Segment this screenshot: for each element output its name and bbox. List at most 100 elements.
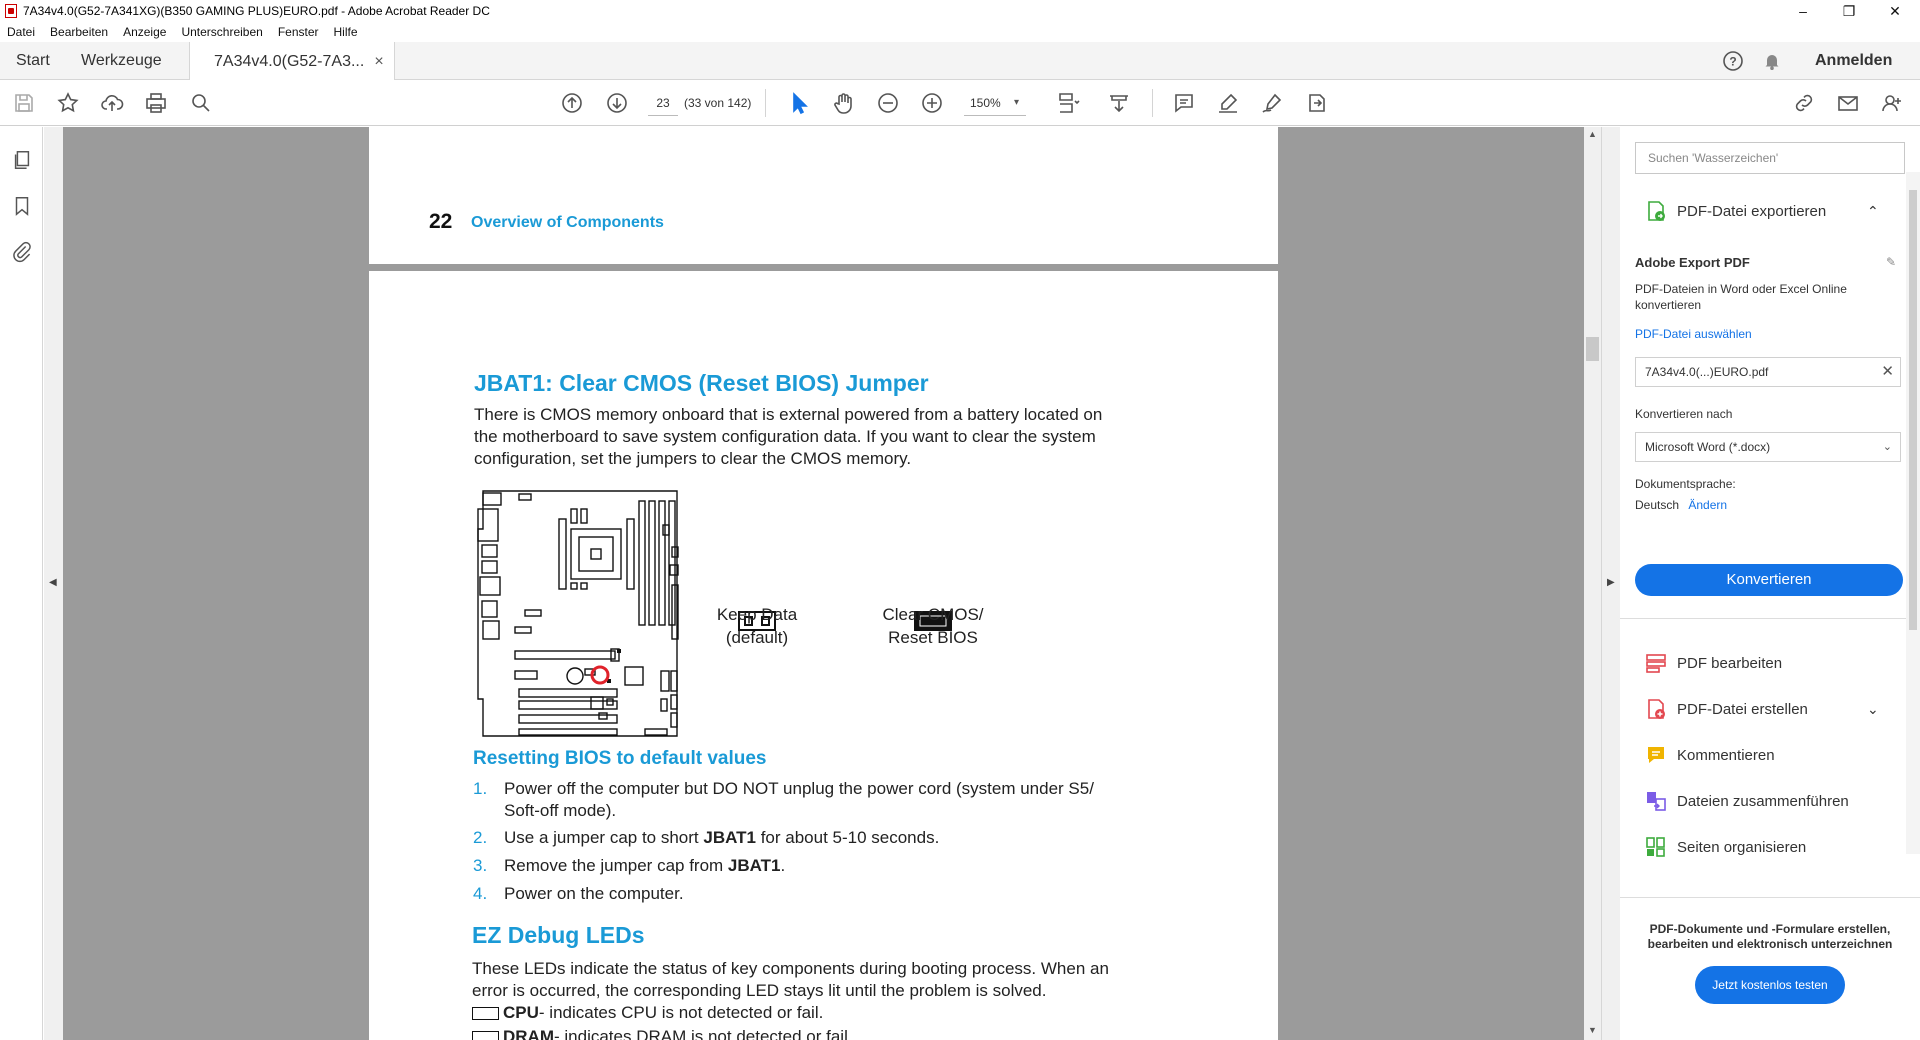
fill-sign-icon[interactable]: [1258, 89, 1286, 117]
tools-search-input[interactable]: Suchen 'Wasserzeichen': [1635, 142, 1905, 174]
keep-data-label: Keep Data (default): [687, 603, 827, 649]
menu-bearbeiten[interactable]: Bearbeiten: [50, 25, 108, 39]
page-fit-icon[interactable]: [1054, 89, 1082, 117]
jbat-para-line: configuration, set the jumpers to clear …: [474, 449, 912, 468]
notifications-bell-icon[interactable]: [1762, 42, 1782, 80]
next-page-icon[interactable]: [603, 89, 631, 117]
tools-pane-scrollbar[interactable]: [1906, 172, 1920, 854]
highlight-pen-icon[interactable]: [1214, 89, 1242, 117]
led-cpu-line: CPU - indicates CPU is not detected or f…: [472, 1002, 1212, 1024]
step-line: Soft-off mode).: [504, 801, 617, 820]
step-line: Power off the computer but DO NOT unplug…: [504, 779, 1094, 798]
zoom-in-icon[interactable]: [918, 89, 946, 117]
scroll-mode-icon[interactable]: [1105, 89, 1133, 117]
pdf-page-previous: 22 Overview of Components: [369, 127, 1278, 264]
change-language-link[interactable]: Ändern: [1688, 498, 1727, 512]
comment-icon[interactable]: [1170, 89, 1198, 117]
bookmarks-icon[interactable]: [9, 193, 35, 219]
keep-data-line: (default): [725, 628, 789, 647]
clear-cmos-line: Clear CMOS/: [882, 605, 984, 624]
menu-hilfe[interactable]: Hilfe: [334, 25, 358, 39]
save-icon[interactable]: [10, 89, 38, 117]
menu-unterschreiben[interactable]: Unterschreiben: [181, 25, 262, 39]
document-scrollbar[interactable]: ▲ ▼: [1584, 127, 1601, 1040]
tool-organize-pages[interactable]: Seiten organisieren: [1620, 831, 1920, 863]
export-desc-line: konvertieren: [1635, 298, 1702, 312]
menu-datei[interactable]: Datei: [7, 25, 35, 39]
attachments-icon[interactable]: [9, 239, 35, 265]
chevron-up-icon[interactable]: ⌃: [1867, 203, 1879, 220]
try-free-button[interactable]: Jetzt kostenlos testen: [1695, 966, 1845, 1004]
keep-data-line: Keep Data: [716, 605, 798, 624]
account-icon[interactable]: [1878, 89, 1906, 117]
bookmark-star-icon[interactable]: [54, 89, 82, 117]
page-number: 22: [429, 210, 453, 233]
zoom-out-icon[interactable]: [874, 89, 902, 117]
page-number-input[interactable]: 23: [648, 90, 678, 116]
create-pdf-icon: [1645, 698, 1667, 720]
chevron-down-icon: ⌄: [1882, 441, 1892, 453]
signin-button[interactable]: Anmelden: [1815, 42, 1892, 80]
left-pane-toggle[interactable]: ◀: [44, 127, 63, 1040]
hand-tool-icon[interactable]: [830, 89, 858, 117]
selected-file-name: 7A34v4.0(...)EURO.pdf: [1645, 365, 1769, 379]
previous-page-icon[interactable]: [558, 89, 586, 117]
export-info-icon[interactable]: ✎: [1886, 255, 1896, 269]
tab-document[interactable]: 7A34v4.0(G52-7A3... ×: [189, 42, 395, 81]
scroll-up-icon[interactable]: ▲: [1588, 129, 1597, 139]
print-icon[interactable]: [142, 89, 170, 117]
tab-werkzeuge-label: Werkzeuge: [81, 52, 162, 69]
upload-cloud-icon[interactable]: [98, 89, 126, 117]
clear-file-icon[interactable]: ✕: [1881, 358, 1894, 386]
format-select[interactable]: Microsoft Word (*.docx) ⌄: [1635, 432, 1901, 462]
select-pdf-link[interactable]: PDF-Datei auswählen: [1635, 327, 1752, 341]
close-tab-icon[interactable]: ×: [374, 53, 383, 71]
tool-edit-pdf[interactable]: PDF bearbeiten: [1620, 647, 1920, 679]
promo-section: PDF-Dokumente und -Formulare erstellen, …: [1620, 897, 1920, 1040]
menu-anzeige[interactable]: Anzeige: [123, 25, 166, 39]
right-pane-toggle[interactable]: ▶: [1601, 127, 1620, 1040]
tab-start[interactable]: Start: [16, 42, 50, 80]
page-thumbnails-icon[interactable]: [9, 147, 35, 173]
minimize-button[interactable]: –: [1780, 0, 1826, 22]
clear-cmos-line: Reset BIOS: [888, 628, 978, 647]
step-number: 3.: [473, 856, 488, 875]
jbat-paragraph: There is CMOS memory onboard that is ext…: [474, 404, 1194, 470]
led-indicator-icon: [472, 1006, 499, 1020]
export-desc-line: PDF-Dateien in Word oder Excel Online: [1635, 282, 1847, 296]
tools-pane-scroll-thumb[interactable]: [1909, 190, 1917, 630]
tab-werkzeuge[interactable]: Werkzeuge: [81, 42, 162, 80]
scrollbar-thumb[interactable]: [1586, 337, 1599, 361]
zoom-dropdown-icon[interactable]: ▾: [1014, 90, 1019, 116]
email-icon[interactable]: [1834, 89, 1862, 117]
scroll-down-icon[interactable]: ▼: [1588, 1025, 1597, 1035]
menu-fenster[interactable]: Fenster: [278, 25, 319, 39]
convert-to-label: Konvertieren nach: [1635, 407, 1733, 421]
tool-combine-files[interactable]: Dateien zusammenführen: [1620, 785, 1920, 817]
tool-create-pdf[interactable]: PDF-Datei erstellen ⌄: [1620, 693, 1920, 725]
ez-debug-heading: EZ Debug LEDs: [472, 922, 645, 948]
convert-button[interactable]: Konvertieren: [1635, 564, 1903, 596]
led-cpu-label: CPU: [503, 1003, 539, 1022]
acrobat-window: 7A34v4.0(G52-7A341XG)(B350 GAMING PLUS)E…: [0, 0, 1920, 1040]
promo-line: PDF-Dokumente und -Formulare erstellen,: [1649, 922, 1891, 936]
doc-language-value: Deutsch: [1635, 498, 1680, 512]
tool-comment[interactable]: Kommentieren: [1620, 739, 1920, 771]
promo-line: bearbeiten und elektronisch unterzeichne…: [1647, 937, 1893, 951]
led-cpu-desc: - indicates CPU is not detected or fail.: [538, 1003, 824, 1022]
select-cursor-icon[interactable]: [785, 89, 813, 117]
close-window-button[interactable]: ✕: [1872, 0, 1918, 22]
maximize-button[interactable]: ❐: [1826, 0, 1872, 22]
edit-pdf-icon: [1645, 652, 1667, 674]
more-tools-icon[interactable]: [1303, 89, 1331, 117]
chevron-down-icon[interactable]: ⌄: [1867, 701, 1879, 718]
share-link-icon[interactable]: [1790, 89, 1818, 117]
step-text: .: [780, 856, 786, 875]
help-icon[interactable]: ?: [1722, 42, 1744, 80]
tool-label: Kommentieren: [1677, 746, 1775, 764]
step-2-text: Use a jumper cap to short JBAT1 for abou…: [504, 827, 1164, 849]
export-pdf-header[interactable]: PDF-Datei exportieren ⌃: [1620, 195, 1920, 227]
selected-file-field[interactable]: 7A34v4.0(...)EURO.pdf ✕: [1635, 357, 1901, 387]
search-zoom-icon[interactable]: [187, 89, 215, 117]
led-indicator-icon: [472, 1030, 499, 1040]
